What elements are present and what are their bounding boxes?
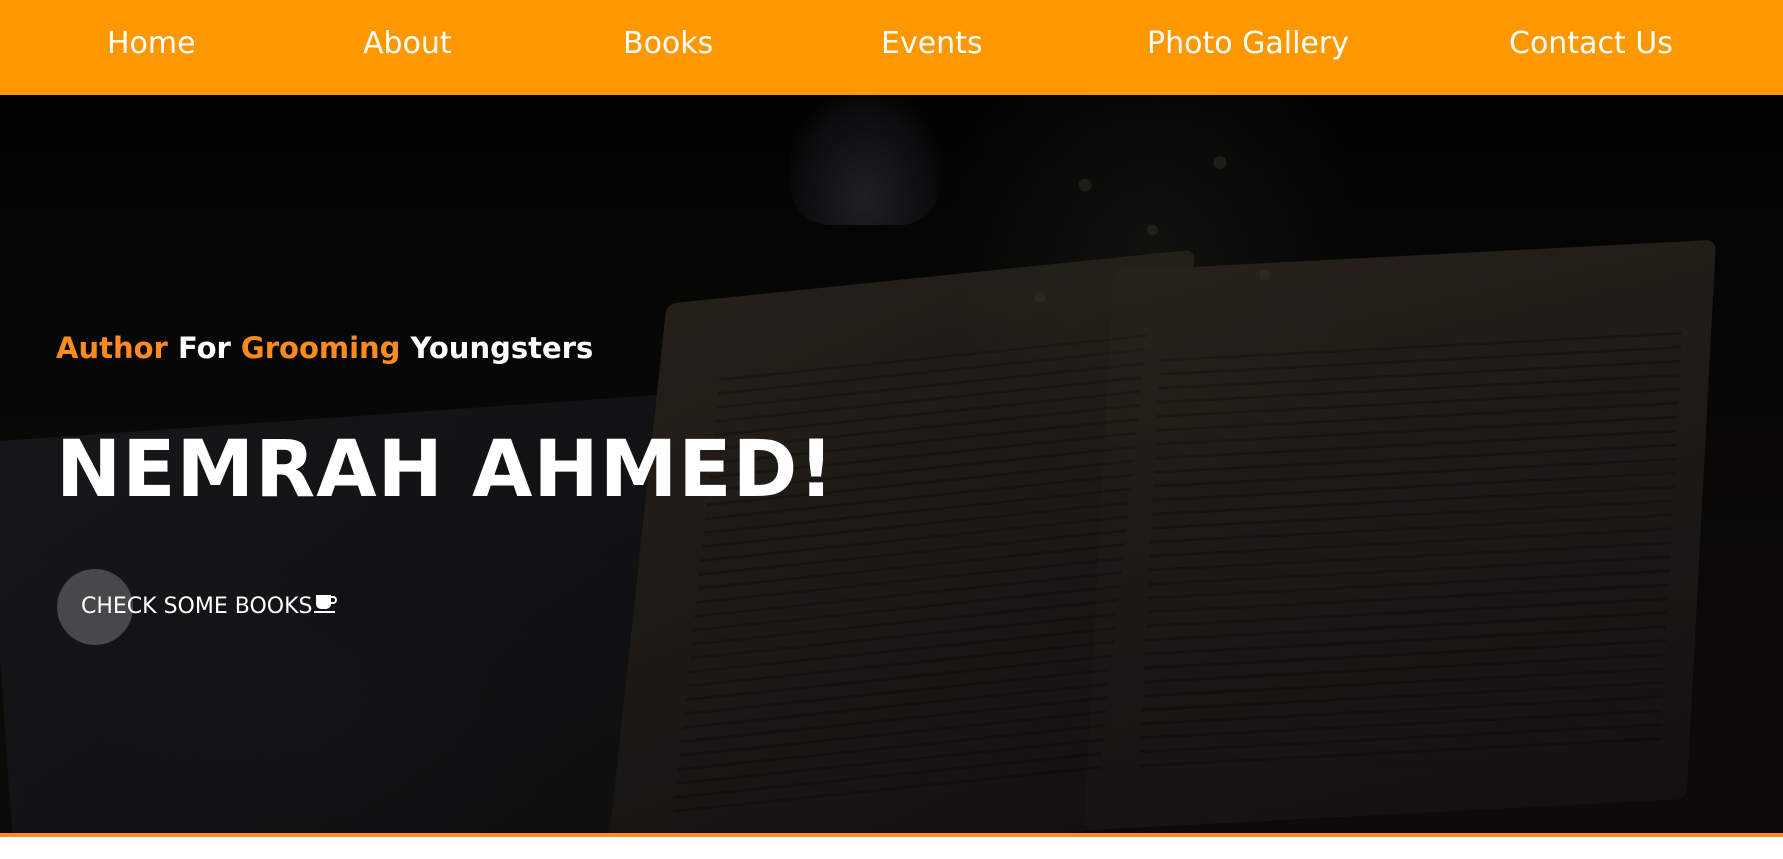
nav-link-about[interactable]: About xyxy=(363,26,452,62)
nav-link-books[interactable]: Books xyxy=(623,26,713,62)
hero-title: NEMRAH AHMED! xyxy=(56,425,835,515)
main-navbar: Home About Books Events Photo Gallery Co… xyxy=(0,0,1783,95)
check-books-button-label: CHECK SOME BOOKS xyxy=(81,594,313,619)
tagline-word-author: Author xyxy=(56,331,168,365)
hero-section: Author For Grooming Youngsters NEMRAH AH… xyxy=(0,95,1783,833)
nav-link-contact-us[interactable]: Contact Us xyxy=(1509,26,1673,62)
bottom-accent-bar xyxy=(0,833,1783,837)
nav-link-photo-gallery[interactable]: Photo Gallery xyxy=(1147,26,1349,62)
nav-link-home[interactable]: Home xyxy=(107,26,196,62)
tagline-word-for: For xyxy=(177,331,231,365)
coffee-cup-icon xyxy=(314,592,338,621)
hero-tagline: Author For Grooming Youngsters xyxy=(56,330,593,366)
tagline-word-grooming: Grooming xyxy=(240,331,401,365)
nav-link-events[interactable]: Events xyxy=(881,26,983,62)
tagline-word-youngsters: Youngsters xyxy=(410,331,594,365)
